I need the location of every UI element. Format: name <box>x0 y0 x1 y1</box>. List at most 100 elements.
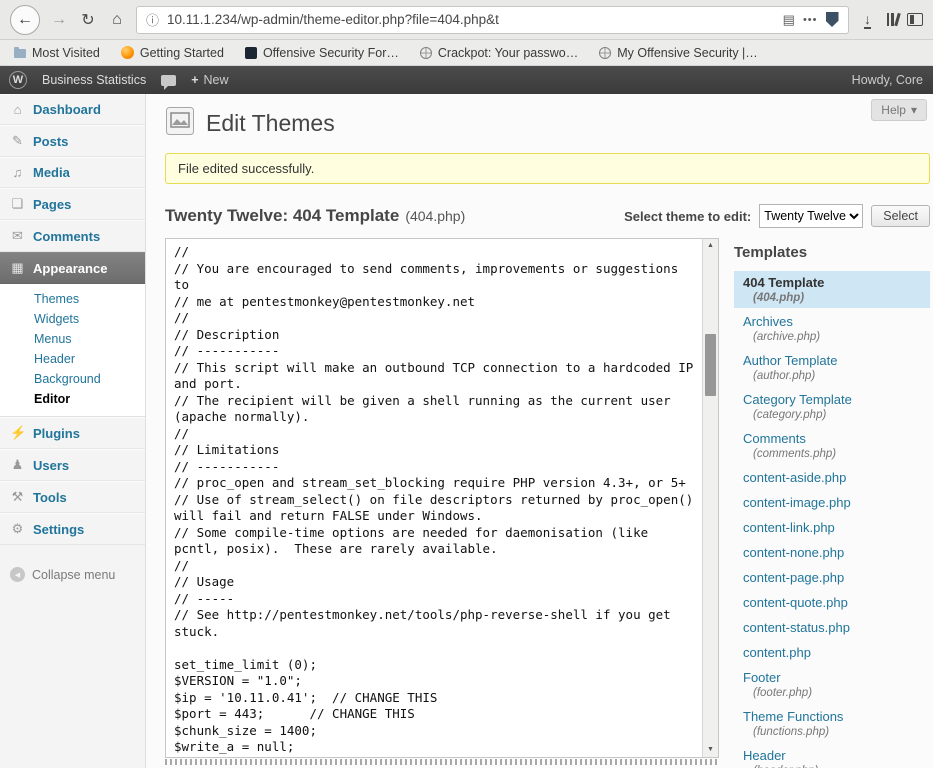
bookmark-most-visited[interactable]: Most Visited <box>14 46 100 60</box>
help-button[interactable]: Help ▾ <box>871 99 927 121</box>
template-item-content-page[interactable]: content-page.php <box>734 566 930 589</box>
collapse-menu-button[interactable]: ◀ Collapse menu <box>0 567 145 582</box>
scroll-up-icon[interactable]: ▲ <box>703 239 718 253</box>
bookmarks-bar: Most Visited Getting Started Offensive S… <box>0 40 933 66</box>
template-item-404[interactable]: 404 Template (404.php) <box>734 271 930 308</box>
sidebar-item-dashboard[interactable]: ⌂ Dashboard <box>0 94 145 125</box>
posts-icon: ✎ <box>10 133 25 149</box>
plus-icon: + <box>191 73 198 87</box>
bookmark-offensive-security-forums[interactable]: Offensive Security For… <box>245 46 399 60</box>
howdy-account-link[interactable]: Howdy, Core <box>852 73 923 87</box>
sidebar-item-users[interactable]: ♟ Users <box>0 449 145 481</box>
chevron-down-icon: ▾ <box>911 103 917 117</box>
submenu-item-background[interactable]: Background <box>0 369 145 389</box>
editor-column: // // You are encouraged to send comment… <box>165 238 719 768</box>
reader-mode-icon[interactable]: ▤ <box>783 12 795 28</box>
appearance-submenu: Themes Widgets Menus Header Background E… <box>0 284 145 417</box>
template-item-author[interactable]: Author Template (author.php) <box>734 349 930 386</box>
download-button[interactable]: ↓ <box>858 11 878 29</box>
admin-sidebar: ⌂ Dashboard ✎ Posts ♫ Media ❏ Pages ✉ Co… <box>0 94 146 768</box>
firefox-icon <box>121 46 134 59</box>
url-text[interactable]: 10.11.1.234/wp-admin/theme-editor.php?fi… <box>167 12 775 27</box>
file-header-row: Twenty Twelve: 404 Template(404.php) Sel… <box>165 204 930 228</box>
wp-body: ⌂ Dashboard ✎ Posts ♫ Media ❏ Pages ✉ Co… <box>0 94 933 768</box>
home-icon: ⌂ <box>112 11 122 28</box>
page-title: Edit Themes <box>206 110 335 137</box>
comments-bubble-icon[interactable] <box>161 75 176 86</box>
template-item-category[interactable]: Category Template (category.php) <box>734 388 930 425</box>
globe-icon <box>420 47 432 59</box>
select-theme-button[interactable]: Select <box>871 205 930 227</box>
refresh-button[interactable]: ↻ <box>78 10 98 30</box>
download-icon: ↓ <box>864 11 871 29</box>
scroll-down-icon[interactable]: ▼ <box>703 743 718 757</box>
theme-select[interactable]: Twenty Twelve <box>759 204 863 228</box>
templates-heading: Templates <box>734 244 930 261</box>
template-item-footer[interactable]: Footer (footer.php) <box>734 666 930 703</box>
select-theme-label: Select theme to edit: <box>624 209 751 224</box>
submenu-item-menus[interactable]: Menus <box>0 329 145 349</box>
template-item-content-none[interactable]: content-none.php <box>734 541 930 564</box>
bookmark-getting-started[interactable]: Getting Started <box>121 46 224 60</box>
page-header: Edit Themes <box>165 94 930 141</box>
bookmark-my-offensive-security[interactable]: My Offensive Security |… <box>599 46 758 60</box>
sidebar-toggle-icon[interactable] <box>907 13 923 26</box>
browser-toolbar: ← → ↻ ⌂ ⓘ 10.11.1.234/wp-admin/theme-edi… <box>0 0 933 40</box>
submenu-item-editor[interactable]: Editor <box>0 389 145 409</box>
templates-panel: Templates 404 Template (404.php) Archive… <box>734 238 930 768</box>
url-bar[interactable]: ⓘ 10.11.1.234/wp-admin/theme-editor.php?… <box>136 6 849 34</box>
bookmark-crackpot[interactable]: Crackpot: Your passwo… <box>420 46 578 60</box>
editor-row: // // You are encouraged to send comment… <box>165 238 930 768</box>
submenu-item-widgets[interactable]: Widgets <box>0 309 145 329</box>
sidebar-item-pages[interactable]: ❏ Pages <box>0 188 145 220</box>
template-item-content-image[interactable]: content-image.php <box>734 491 930 514</box>
template-item-content-link[interactable]: content-link.php <box>734 516 930 539</box>
comments-icon: ✉ <box>10 228 25 244</box>
new-content-button[interactable]: + New <box>191 73 228 87</box>
dashboard-icon: ⌂ <box>10 102 25 117</box>
success-notice: File edited successfully. <box>165 153 930 184</box>
site-name-link[interactable]: Business Statistics <box>42 73 146 87</box>
submenu-item-themes[interactable]: Themes <box>0 289 145 309</box>
shield-icon[interactable] <box>826 12 839 27</box>
submenu-item-header[interactable]: Header <box>0 349 145 369</box>
template-item-content-aside[interactable]: content-aside.php <box>734 466 930 489</box>
wordpress-logo-icon[interactable]: W <box>9 71 27 89</box>
template-item-header[interactable]: Header (header.php) <box>734 744 930 768</box>
library-icon[interactable] <box>887 13 899 26</box>
site-info-icon[interactable]: ⓘ <box>146 10 159 29</box>
template-item-content-quote[interactable]: content-quote.php <box>734 591 930 614</box>
forward-icon: → <box>51 11 67 28</box>
template-item-comments[interactable]: Comments (comments.php) <box>734 427 930 464</box>
home-button[interactable]: ⌂ <box>107 11 127 29</box>
pages-icon: ❏ <box>10 196 25 212</box>
file-name: (404.php) <box>405 208 465 224</box>
globe-icon <box>599 47 611 59</box>
editor-scrollbar[interactable]: ▲ ▼ <box>702 239 718 757</box>
sidebar-item-appearance[interactable]: ▦ Appearance <box>0 252 145 284</box>
editor-resize-strip <box>165 759 719 765</box>
kali-icon <box>245 47 257 59</box>
back-button[interactable]: ← <box>10 5 40 35</box>
users-icon: ♟ <box>10 457 25 473</box>
sidebar-item-plugins[interactable]: ⚡ Plugins <box>0 417 145 449</box>
template-item-archives[interactable]: Archives (archive.php) <box>734 310 930 347</box>
sidebar-item-posts[interactable]: ✎ Posts <box>0 125 145 157</box>
template-item-content[interactable]: content.php <box>734 641 930 664</box>
sidebar-item-media[interactable]: ♫ Media <box>0 157 145 188</box>
template-item-content-status[interactable]: content-status.php <box>734 616 930 639</box>
sidebar-item-tools[interactable]: ⚒ Tools <box>0 481 145 513</box>
page-actions-icon[interactable]: ••• <box>803 14 818 26</box>
sidebar-item-settings[interactable]: ⚙ Settings <box>0 513 145 545</box>
sidebar-item-comments[interactable]: ✉ Comments <box>0 220 145 252</box>
scrollbar-thumb[interactable] <box>705 334 716 396</box>
folder-icon <box>14 49 26 58</box>
code-textarea[interactable]: // // You are encouraged to send comment… <box>166 239 702 757</box>
back-icon: ← <box>17 11 33 29</box>
refresh-icon: ↻ <box>81 12 94 29</box>
theme-switcher: Select theme to edit: Twenty Twelve Sele… <box>624 204 930 228</box>
forward-button[interactable]: → <box>49 11 69 29</box>
file-title: Twenty Twelve: 404 Template(404.php) <box>165 206 465 226</box>
template-item-functions[interactable]: Theme Functions (functions.php) <box>734 705 930 742</box>
wp-admin-bar: W Business Statistics + New Howdy, Core <box>0 66 933 94</box>
